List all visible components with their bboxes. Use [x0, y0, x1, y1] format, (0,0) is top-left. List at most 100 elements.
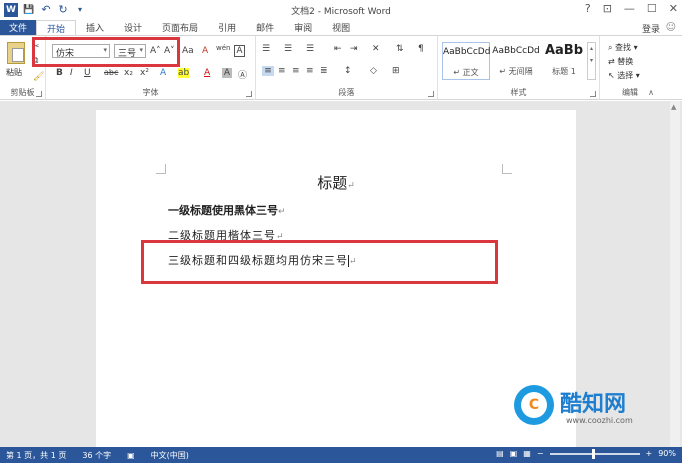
- status-bar: 第 1 页，共 1 页 36 个字 ▣ 中文(中国) ▤ ▣ ▦ − + 90%: [0, 447, 682, 463]
- decrease-indent-icon[interactable]: ⇤: [334, 44, 342, 54]
- sign-in-link[interactable]: 登录: [642, 22, 660, 35]
- find-button[interactable]: ⌕ 查找 ▾: [608, 42, 638, 53]
- watermark-logo: C: [514, 385, 554, 425]
- clear-formatting-button[interactable]: A: [202, 46, 208, 56]
- undo-icon[interactable]: ↶: [40, 4, 52, 16]
- zoom-controls: ▤ ▣ ▦ − + 90%: [496, 448, 676, 459]
- proofing-icon[interactable]: ▣: [127, 451, 135, 460]
- zoom-in-button[interactable]: +: [646, 449, 653, 458]
- tab-mailings[interactable]: 邮件: [246, 20, 284, 35]
- tab-view[interactable]: 视图: [322, 20, 360, 35]
- window-title: 文档2 - Microsoft Word: [291, 7, 391, 17]
- line-spacing-icon[interactable]: ↕: [344, 66, 352, 76]
- paragraph-mark: ↵: [278, 207, 286, 217]
- enclose-characters-button[interactable]: Ⓐ: [238, 68, 247, 81]
- zoom-level[interactable]: 90%: [658, 449, 676, 458]
- superscript-button[interactable]: x²: [140, 68, 149, 78]
- language[interactable]: 中文(中国): [151, 450, 189, 461]
- show-marks-icon[interactable]: ¶: [418, 44, 424, 54]
- scroll-up-icon[interactable]: ▲: [671, 103, 676, 111]
- vertical-scrollbar[interactable]: ▲: [670, 101, 680, 447]
- shading-icon[interactable]: ◇: [370, 66, 377, 76]
- ribbon-display-icon[interactable]: ⊡: [603, 2, 612, 15]
- align-right-icon[interactable]: ≡: [292, 66, 300, 76]
- zoom-slider[interactable]: [549, 448, 640, 459]
- read-mode-icon[interactable]: ▤: [496, 449, 504, 458]
- doc-heading[interactable]: 标题↵: [96, 172, 576, 193]
- chinese-layout-icon[interactable]: ✕: [372, 44, 380, 54]
- change-case-button[interactable]: Aa: [182, 46, 194, 56]
- web-layout-icon[interactable]: ▦: [523, 449, 531, 458]
- borders-icon[interactable]: ⊞: [392, 66, 400, 76]
- font-group-label: 字体: [142, 88, 159, 97]
- watermark-url: www.coozhi.com: [566, 416, 633, 425]
- feedback-smiley-icon[interactable]: ☺: [666, 22, 676, 33]
- help-icon[interactable]: ?: [585, 2, 591, 15]
- style-no-spacing[interactable]: AaBbCcDd ↵ 无间隔: [492, 42, 540, 80]
- style-normal[interactable]: AaBbCcDd ↵ 正文: [442, 42, 490, 80]
- highlight-button[interactable]: ab: [178, 68, 190, 78]
- distributed-icon[interactable]: ≣: [320, 66, 328, 76]
- tab-design[interactable]: 设计: [114, 20, 152, 35]
- clipboard-launcher-icon[interactable]: [36, 91, 42, 97]
- zoom-slider-thumb[interactable]: [591, 448, 595, 459]
- collapse-ribbon-icon[interactable]: ∧: [648, 88, 654, 97]
- zoom-out-button[interactable]: −: [537, 449, 544, 458]
- subscript-button[interactable]: x₂: [124, 68, 133, 78]
- paragraph-launcher-icon[interactable]: [428, 91, 434, 97]
- word-count[interactable]: 36 个字: [82, 450, 111, 461]
- tab-layout[interactable]: 页面布局: [152, 20, 208, 35]
- doc-line-1[interactable]: 一级标题使用黑体三号↵: [168, 202, 286, 218]
- watermark-brand: 酷知网: [560, 392, 627, 417]
- customize-qat-icon[interactable]: ▾: [74, 4, 86, 16]
- strikethrough-button[interactable]: abc: [104, 68, 118, 77]
- align-left-icon[interactable]: ≡: [262, 66, 274, 76]
- page-count[interactable]: 第 1 页，共 1 页: [6, 450, 66, 461]
- quick-access-toolbar: W 💾 ↶ ↻ ▾: [0, 3, 86, 17]
- multilevel-list-icon[interactable]: ☰: [306, 44, 314, 54]
- style-sample: AaBb: [544, 43, 584, 58]
- justify-icon[interactable]: ≡: [306, 66, 314, 76]
- word-logo-icon[interactable]: W: [4, 3, 18, 17]
- format-painter-icon[interactable]: 🖌: [33, 72, 44, 82]
- character-shading-button[interactable]: A: [222, 68, 232, 78]
- bullets-icon[interactable]: ☰: [262, 44, 270, 54]
- paste-button-label[interactable]: 粘贴: [6, 67, 22, 78]
- font-launcher-icon[interactable]: [246, 91, 252, 97]
- phonetic-guide-button[interactable]: wén: [216, 44, 230, 52]
- sort-icon[interactable]: ⇅: [396, 44, 404, 54]
- replace-icon: ⇄: [608, 57, 618, 66]
- find-label: 查找: [615, 43, 632, 52]
- styles-scroll-icon[interactable]: ▴ ▾: [587, 42, 596, 80]
- align-center-icon[interactable]: ≡: [278, 66, 286, 76]
- numbering-icon[interactable]: ☰: [284, 44, 292, 54]
- tab-home[interactable]: 开始: [36, 20, 77, 35]
- italic-button[interactable]: I: [70, 68, 73, 78]
- style-heading-1[interactable]: AaBb 标题 1: [540, 42, 588, 80]
- save-icon[interactable]: 💾: [23, 4, 35, 16]
- character-border-button[interactable]: A: [234, 45, 245, 57]
- style-sample: AaBbCcDd: [443, 47, 491, 57]
- styles-launcher-icon[interactable]: [590, 91, 596, 97]
- text-effects-button[interactable]: A: [160, 68, 166, 78]
- bold-button[interactable]: B: [56, 68, 63, 78]
- select-button[interactable]: ↖ 选择 ▾: [608, 70, 640, 81]
- tab-file[interactable]: 文件: [0, 20, 36, 35]
- tab-review[interactable]: 审阅: [284, 20, 322, 35]
- ribbon-tabs: 文件 开始 插入 设计 页面布局 引用 邮件 审阅 视图 登录 ☺: [0, 20, 682, 35]
- maximize-button[interactable]: ☐: [647, 2, 657, 15]
- underline-button[interactable]: U: [84, 68, 91, 78]
- font-color-button[interactable]: A: [204, 68, 210, 78]
- redo-icon[interactable]: ↻: [57, 4, 69, 16]
- style-name: ↵ 正文: [453, 68, 479, 77]
- print-layout-icon[interactable]: ▣: [510, 449, 518, 458]
- replace-button[interactable]: ⇄ 替换: [608, 56, 633, 67]
- close-button[interactable]: ✕: [669, 2, 678, 15]
- tab-references[interactable]: 引用: [208, 20, 246, 35]
- increase-indent-icon[interactable]: ⇥: [350, 44, 358, 54]
- tab-insert[interactable]: 插入: [76, 20, 114, 35]
- window-controls: ? ⊡ — ☐ ✕: [585, 2, 678, 15]
- font-highlight-box: [32, 37, 180, 67]
- minimize-button[interactable]: —: [624, 2, 635, 15]
- search-icon: ⌕: [608, 43, 616, 52]
